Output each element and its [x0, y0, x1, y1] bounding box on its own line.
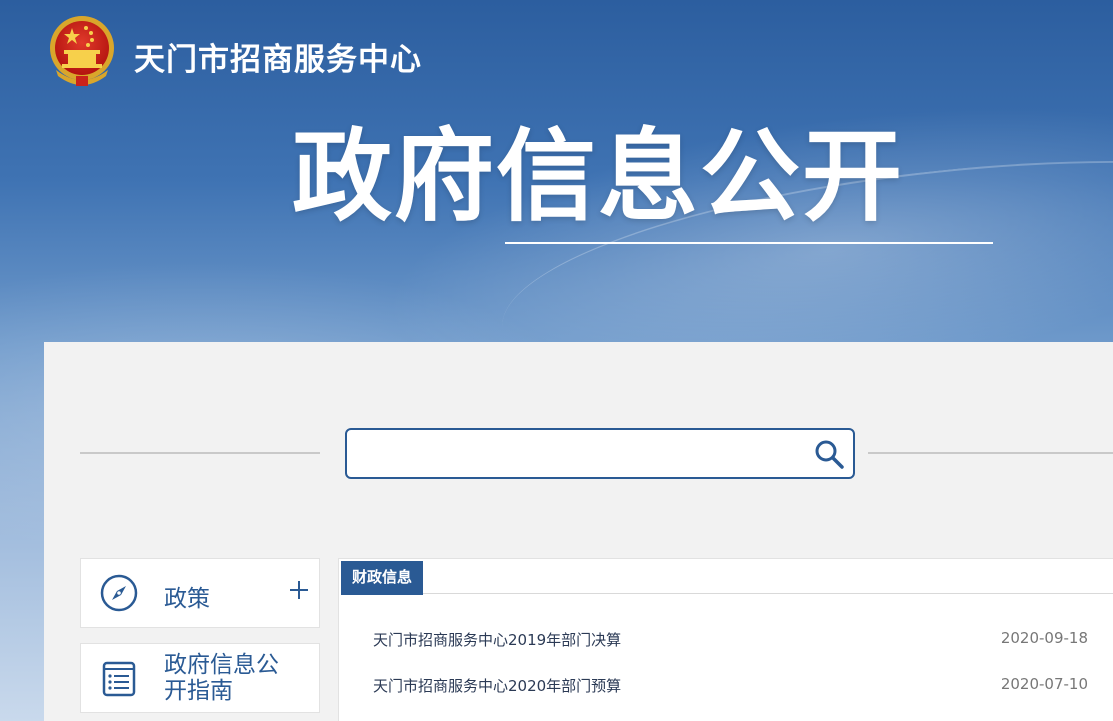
sidebar-item-label: 政府信息公开指南	[164, 652, 279, 704]
search-divider-left	[80, 452, 320, 454]
title-underline	[505, 242, 993, 244]
sidebar-item-disclosure-guide[interactable]: 政府信息公开指南	[80, 643, 320, 713]
list-item-title[interactable]: 天门市招商服务中心2019年部门决算	[373, 629, 621, 650]
list-item-title[interactable]: 天门市招商服务中心2020年部门预算	[373, 675, 621, 696]
search-input[interactable]	[357, 438, 801, 470]
list-item-date: 2020-09-18	[1000, 629, 1088, 647]
list-item-date: 2020-07-10	[1000, 675, 1088, 693]
content-divider	[423, 593, 1113, 594]
plus-icon[interactable]	[288, 579, 310, 601]
tab-finance-info[interactable]: 财政信息	[341, 561, 423, 593]
tab-underline	[341, 593, 423, 595]
national-emblem-icon	[50, 16, 114, 86]
page-title: 政府信息公开	[292, 118, 904, 235]
compass-icon	[100, 574, 138, 612]
sidebar-item-policy[interactable]: 政策	[80, 558, 320, 628]
document-list-icon	[102, 661, 136, 697]
sidebar-item-label: 政策	[164, 586, 210, 612]
search-divider-right	[868, 452, 1113, 454]
finance-info-panel: 财政信息 天门市招商服务中心2019年部门决算 2020-09-18 天门市招商…	[338, 558, 1113, 721]
site-name[interactable]: 天门市招商服务中心	[134, 34, 422, 79]
main-panel: 政策 政府信息公开指南 财政信息 天门市招商服务中心2019年部门决算 2020…	[44, 342, 1113, 721]
list-item[interactable]: 天门市招商服务中心2020年部门预算 2020-07-10	[373, 675, 1088, 701]
search-bar	[345, 428, 855, 479]
list-item[interactable]: 天门市招商服务中心2019年部门决算 2020-09-18	[373, 629, 1088, 655]
search-icon[interactable]	[813, 438, 845, 470]
